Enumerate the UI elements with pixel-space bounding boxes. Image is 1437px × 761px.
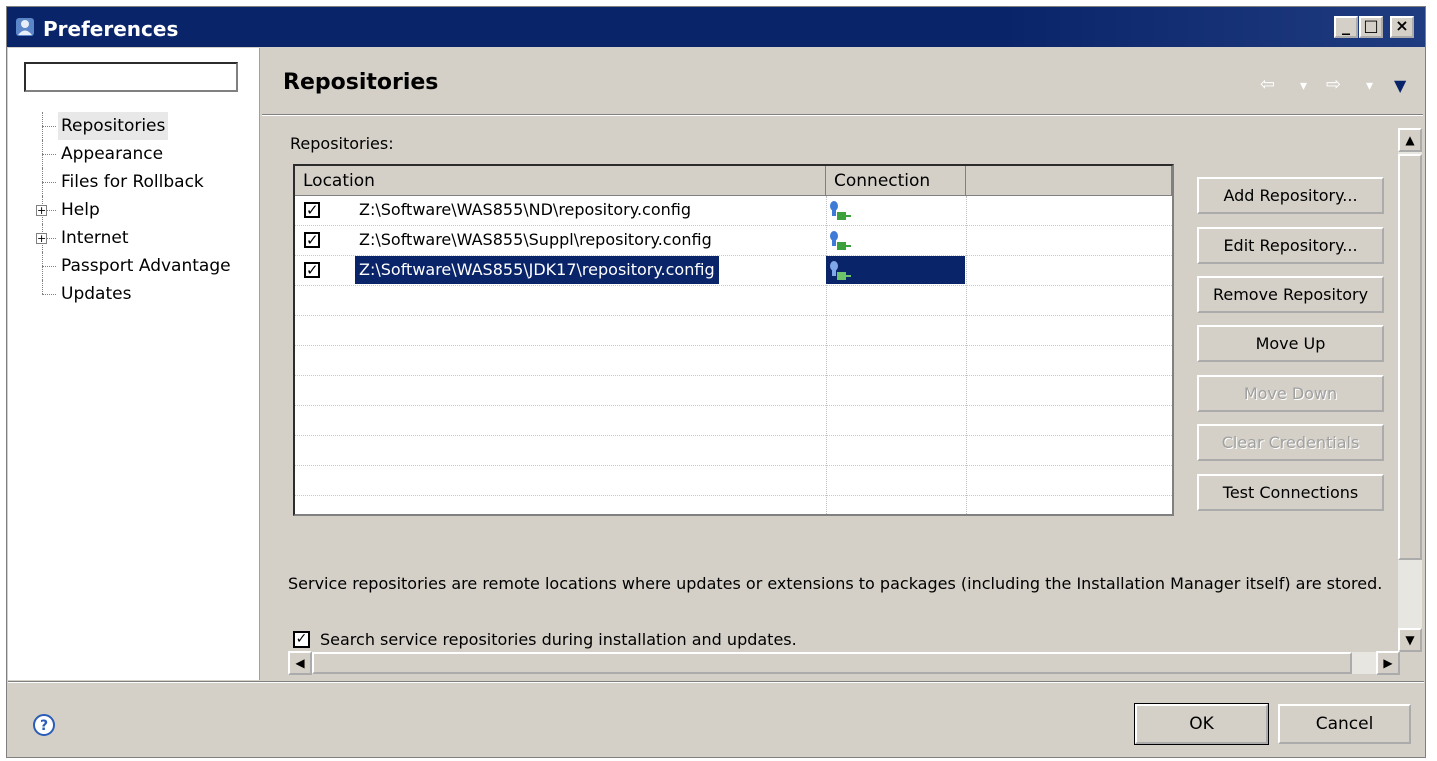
page-title: Repositories [283,70,439,95]
scroll-up-button[interactable]: ▲ [1398,128,1422,152]
tree-item-label: Help [61,200,100,220]
window-title: Preferences [43,17,179,41]
repositories-page: Repositories ⇦ ▾ ⇨ ▾ ▼ Repositories: Loc… [260,48,1425,680]
empty-column-header [966,166,1172,196]
tree-item-internet[interactable]: + Internet [30,224,255,252]
horizontal-scroll-thumb[interactable] [312,652,1352,674]
table-row-empty [295,436,1172,466]
vertical-scroll-thumb[interactable] [1398,154,1422,560]
edit-repository-button[interactable]: Edit Repository... [1197,227,1384,264]
connection-ok-icon [830,201,851,220]
expand-icon[interactable]: + [36,205,47,216]
tree-item-help[interactable]: + Help [30,196,255,224]
table-row-empty [295,466,1172,496]
preferences-tree: Repositories Appearance Files for Rollba… [30,112,255,308]
search-service-repositories-checkbox[interactable]: ✓ [293,631,310,648]
tree-item-repositories[interactable]: Repositories [30,112,255,140]
close-button[interactable]: × [1390,16,1414,38]
scroll-left-button[interactable]: ◀ [288,651,312,675]
table-row-empty [295,316,1172,346]
scroll-down-button[interactable]: ▼ [1398,628,1422,652]
add-repository-button[interactable]: Add Repository... [1197,177,1384,214]
tree-item-label: Internet [61,228,129,248]
service-repositories-description: Service repositories are remote location… [288,574,1383,593]
scroll-right-button[interactable]: ▶ [1376,651,1400,675]
table-row[interactable]: ✓ Z:\Software\WAS855\ND\repository.confi… [295,196,1172,226]
repositories-table[interactable]: Location Connection ✓ Z:\Software\WAS855… [293,164,1174,516]
table-row-selected[interactable]: ✓ Z:\Software\WAS855\JDK17\repository.co… [295,256,1172,286]
footer-separator [8,681,1424,683]
app-icon [16,18,34,36]
preferences-tree-panel: Repositories Appearance Files for Rollba… [8,48,260,680]
table-row[interactable]: ✓ Z:\Software\WAS855\Suppl\repository.co… [295,226,1172,256]
forward-arrow-icon[interactable]: ⇨ [1326,74,1341,95]
location-cell: Z:\Software\WAS855\JDK17\repository.conf… [355,256,719,284]
move-up-button[interactable]: Move Up [1197,325,1384,362]
row-checkbox[interactable]: ✓ [304,262,320,278]
tree-item-appearance[interactable]: Appearance [30,140,255,168]
filter-input[interactable] [24,62,238,92]
connection-column-header[interactable]: Connection [826,166,966,196]
cancel-button[interactable]: Cancel [1278,704,1411,744]
location-cell: Z:\Software\WAS855\ND\repository.config [359,200,691,219]
tree-item-passport-advantage[interactable]: Passport Advantage [30,252,255,280]
connection-ok-icon [830,231,851,250]
tree-item-label: Passport Advantage [61,256,231,276]
location-column-header[interactable]: Location [295,166,826,196]
table-row-empty [295,376,1172,406]
clear-credentials-button[interactable]: Clear Credentials [1197,424,1384,461]
tree-item-files-for-rollback[interactable]: Files for Rollback [30,168,255,196]
test-connections-button[interactable]: Test Connections [1197,474,1384,511]
remove-repository-button[interactable]: Remove Repository [1197,276,1384,313]
table-row-empty [295,406,1172,436]
minimize-button[interactable]: _ [1334,16,1358,38]
location-cell: Z:\Software\WAS855\Suppl\repository.conf… [359,230,712,249]
table-row-empty [295,286,1172,316]
vertical-scrollbar[interactable]: ▲ ▼ [1398,128,1422,652]
tree-item-label: Repositories [58,112,169,140]
tree-item-label: Updates [61,284,132,304]
title-bar[interactable]: Preferences _ □ × [7,7,1425,47]
preferences-window: Preferences _ □ × Repositories Appearanc… [6,6,1426,758]
ok-button[interactable]: OK [1134,703,1269,745]
row-checkbox[interactable]: ✓ [304,202,320,218]
repositories-label: Repositories: [290,134,394,153]
connection-ok-icon [830,261,851,280]
maximize-button[interactable]: □ [1359,16,1383,38]
back-dropdown-icon[interactable]: ▾ [1300,78,1307,94]
tree-item-updates[interactable]: Updates [30,280,255,308]
view-menu-icon[interactable]: ▼ [1394,76,1406,95]
search-service-repositories-label[interactable]: Search service repositories during insta… [320,630,797,649]
expand-icon[interactable]: + [36,233,47,244]
forward-dropdown-icon[interactable]: ▾ [1366,78,1373,94]
tree-item-label: Appearance [61,144,164,164]
header-separator [262,114,1423,116]
tree-item-label: Files for Rollback [61,172,204,192]
svg-text:?: ? [40,718,48,734]
row-checkbox[interactable]: ✓ [304,232,320,248]
help-icon[interactable]: ? [33,714,55,736]
horizontal-scrollbar[interactable]: ◀ ▶ [288,651,1400,675]
table-row-empty [295,496,1172,514]
move-down-button[interactable]: Move Down [1197,375,1384,412]
table-row-empty [295,346,1172,376]
back-arrow-icon[interactable]: ⇦ [1260,74,1275,95]
